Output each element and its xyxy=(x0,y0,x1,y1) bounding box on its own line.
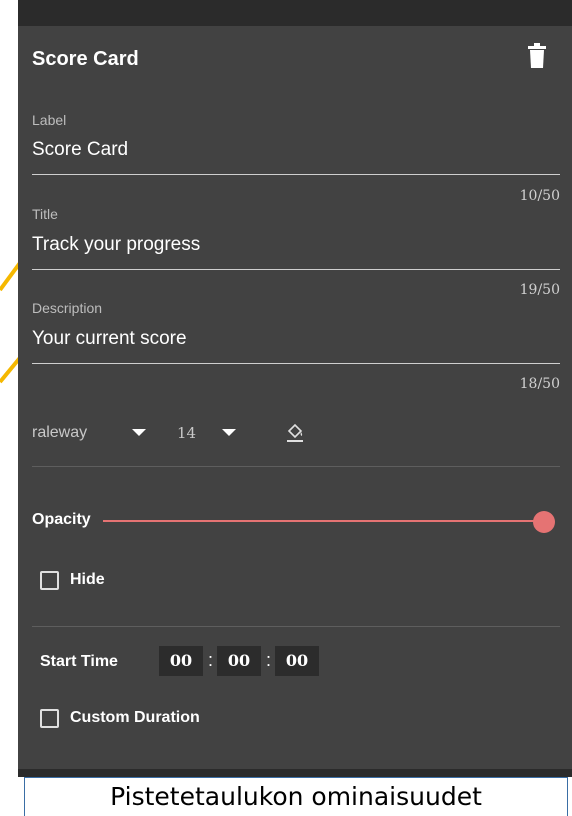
paint-bucket-icon[interactable] xyxy=(285,422,305,444)
score-card-properties-panel: Score Card Label Score Card 10/50 Title … xyxy=(18,26,572,769)
font-family-caret-down-icon[interactable] xyxy=(132,429,146,436)
custom-duration-checkbox[interactable] xyxy=(40,709,59,728)
figure-caption: Pistetetaulukon ominaisuudet xyxy=(24,777,568,816)
opacity-label: Opacity xyxy=(32,511,91,528)
section-divider xyxy=(32,466,560,467)
time-separator: : xyxy=(208,650,214,670)
opacity-slider-track[interactable] xyxy=(103,520,543,522)
description-field-caption: Description xyxy=(32,300,103,316)
font-family-select[interactable]: raleway xyxy=(32,424,87,442)
title-field-underline xyxy=(32,269,560,270)
time-separator: : xyxy=(266,650,272,670)
trash-icon[interactable] xyxy=(528,43,546,69)
bottom-bar xyxy=(18,769,572,777)
panel-title: Score Card xyxy=(32,48,139,70)
custom-duration-label: Custom Duration xyxy=(70,709,200,726)
font-size-select[interactable]: 14 xyxy=(177,424,196,442)
section-divider xyxy=(32,626,560,627)
title-field-input[interactable]: Track your progress xyxy=(32,234,200,256)
start-time-seconds-input[interactable]: 00 xyxy=(275,646,319,676)
description-field-underline xyxy=(32,363,560,364)
start-time-label: Start Time xyxy=(40,653,118,670)
label-field-input[interactable]: Score Card xyxy=(32,139,128,161)
label-field-counter: 10/50 xyxy=(519,188,560,204)
opacity-slider-thumb[interactable] xyxy=(533,511,555,533)
top-bar xyxy=(18,0,572,26)
start-time-hours-input[interactable]: 00 xyxy=(159,646,203,676)
label-field-caption: Label xyxy=(32,112,67,128)
start-time-minutes-input[interactable]: 00 xyxy=(217,646,261,676)
hide-label: Hide xyxy=(70,571,105,588)
description-field-input[interactable]: Your current score xyxy=(32,328,187,350)
title-field-caption: Title xyxy=(32,206,58,222)
title-field-counter: 19/50 xyxy=(519,282,560,298)
hide-checkbox[interactable] xyxy=(40,571,59,590)
label-field-underline xyxy=(32,174,560,175)
description-field-counter: 18/50 xyxy=(519,376,560,392)
font-size-caret-down-icon[interactable] xyxy=(222,429,236,436)
